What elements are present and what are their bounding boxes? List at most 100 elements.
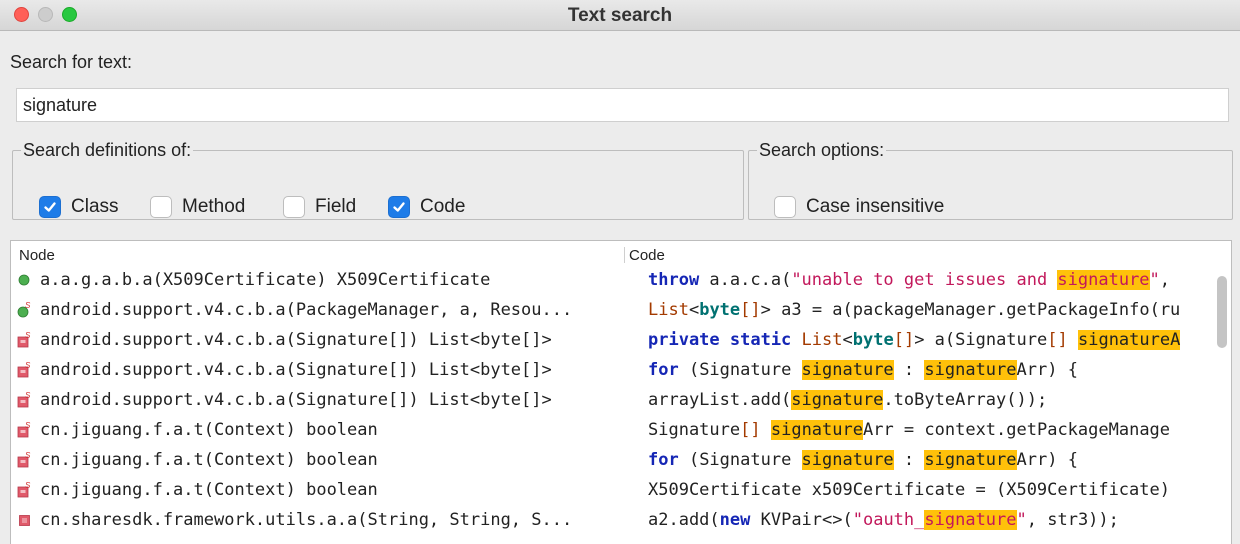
result-code-row[interactable]: List < byte[] > a3 = a(packageManager.getPa… bbox=[648, 295, 1206, 325]
result-node-text: cn.jiguang.f.a.t(Context) boolean bbox=[40, 480, 378, 500]
code-token: [] bbox=[893, 330, 915, 350]
code-token: for bbox=[648, 450, 679, 470]
static-private-method-icon: S bbox=[17, 421, 31, 439]
node-column-header[interactable]: Node bbox=[19, 247, 55, 264]
code-token: .toByteArray()); bbox=[883, 390, 1048, 410]
result-node-text: cn.jiguang.f.a.t(Context) boolean bbox=[40, 420, 378, 440]
static-method-icon: S bbox=[17, 301, 31, 319]
code-checkbox[interactable] bbox=[388, 196, 410, 218]
code-column: throw a.a.c.a("unable to get issues and … bbox=[648, 265, 1206, 535]
window-title: Text search bbox=[567, 5, 673, 26]
field-checkbox[interactable] bbox=[283, 196, 305, 218]
result-code-row[interactable]: throw a.a.c.a("unable to get issues and … bbox=[648, 265, 1206, 295]
code-token: < bbox=[688, 300, 700, 320]
result-code-row[interactable]: a2.add(new KVPair<>("oauth_ signature ", s… bbox=[648, 505, 1206, 535]
search-definitions-legend: Search definitions of: bbox=[23, 140, 192, 160]
code-token: for bbox=[648, 360, 679, 380]
result-node-row[interactable]: Sandroid.support.v4.c.b.a(Signature[]) L… bbox=[11, 385, 626, 415]
result-code-row[interactable]: for (Signature signature : signature Arr)… bbox=[648, 355, 1206, 385]
result-node-row[interactable]: Scn.jiguang.f.a.t(Context) boolean bbox=[11, 415, 626, 445]
svg-text:S: S bbox=[25, 361, 31, 370]
svg-text:S: S bbox=[25, 331, 31, 340]
code-token: KVPair<>( bbox=[750, 510, 853, 530]
code-token: [] bbox=[1047, 330, 1068, 350]
case-insensitive-row[interactable]: Case insensitive bbox=[774, 196, 944, 218]
static-private-method-icon: S bbox=[17, 481, 31, 499]
code-token: Signature bbox=[648, 420, 741, 440]
case-insensitive-checkbox[interactable] bbox=[774, 196, 796, 218]
search-definitions-group: Search definitions of: Class Method Fiel… bbox=[12, 140, 744, 220]
search-options-group: Search options: Case insensitive bbox=[748, 140, 1233, 220]
code-token: > a3 = a(packageManager.getPackageInfo( bbox=[760, 300, 1160, 320]
field-checkbox-row[interactable]: Field bbox=[283, 196, 356, 218]
code-token: [] bbox=[740, 300, 761, 320]
code-token: signatureA bbox=[1077, 330, 1181, 350]
class-checkbox-label: Class bbox=[71, 196, 119, 217]
code-token: signature bbox=[791, 390, 884, 410]
case-insensitive-label: Case insensitive bbox=[806, 196, 945, 217]
green-circle-icon bbox=[17, 271, 31, 289]
result-code-row[interactable]: arrayList.add(signature .toByteArray()); bbox=[648, 385, 1206, 415]
code-token: , bbox=[1159, 270, 1171, 290]
code-token: (Signature bbox=[678, 450, 802, 470]
code-token: List bbox=[648, 300, 689, 320]
code-token: signature bbox=[801, 450, 894, 470]
code-checkbox-row[interactable]: Code bbox=[388, 196, 465, 218]
method-checkbox-row[interactable]: Method bbox=[150, 196, 245, 218]
column-divider[interactable] bbox=[624, 247, 625, 263]
code-token: a2.add( bbox=[648, 510, 720, 530]
result-code-row[interactable]: Signature[] signature Arr = context.getPa… bbox=[648, 415, 1206, 445]
code-token: : bbox=[893, 450, 925, 470]
result-node-row[interactable]: Scn.jiguang.f.a.t(Context) boolean bbox=[11, 475, 626, 505]
class-checkbox[interactable] bbox=[39, 196, 61, 218]
result-node-row[interactable]: cn.sharesdk.framework.utils.a.a(String, … bbox=[11, 505, 626, 535]
code-token: Arr) { bbox=[1016, 450, 1078, 470]
code-token: , str3)); bbox=[1026, 510, 1119, 530]
svg-text:S: S bbox=[25, 301, 31, 310]
title-bar: Text search bbox=[0, 0, 1240, 31]
static-private-method-icon: S bbox=[17, 391, 31, 409]
result-node-text: cn.jiguang.f.a.t(Context) boolean bbox=[40, 450, 378, 470]
result-node-row[interactable]: Sandroid.support.v4.c.b.a(PackageManager… bbox=[11, 295, 626, 325]
code-token: private static bbox=[648, 330, 792, 350]
result-node-row[interactable]: Sandroid.support.v4.c.b.a(Signature[]) L… bbox=[11, 325, 626, 355]
code-column-header[interactable]: Code bbox=[629, 247, 665, 264]
result-node-row[interactable]: Scn.jiguang.f.a.t(Context) boolean bbox=[11, 445, 626, 475]
code-token: Arr) { bbox=[1016, 360, 1078, 380]
method-checkbox-label: Method bbox=[182, 196, 246, 217]
field-checkbox-label: Field bbox=[315, 196, 357, 217]
code-token: (Signature bbox=[678, 360, 802, 380]
vertical-scrollbar[interactable] bbox=[1217, 276, 1227, 348]
red-square-icon bbox=[17, 511, 31, 529]
code-token: byte bbox=[852, 330, 894, 350]
code-token: signature bbox=[924, 450, 1017, 470]
class-checkbox-row[interactable]: Class bbox=[39, 196, 119, 218]
code-token: Arr = context.getPackageManage bbox=[862, 420, 1171, 440]
result-code-row[interactable]: private static List < byte[] > a(Signature[… bbox=[648, 325, 1206, 355]
search-input[interactable] bbox=[16, 88, 1229, 122]
method-checkbox[interactable] bbox=[150, 196, 172, 218]
result-node-row[interactable]: Sandroid.support.v4.c.b.a(Signature[]) L… bbox=[11, 355, 626, 385]
code-token: signature bbox=[801, 360, 894, 380]
node-column: a.a.g.a.b.a(X509Certificate) X509Certifi… bbox=[11, 265, 626, 535]
code-token: signature bbox=[1057, 270, 1150, 290]
code-token: a.a.c.a( bbox=[699, 270, 792, 290]
svg-text:S: S bbox=[25, 391, 31, 400]
result-node-text: android.support.v4.c.b.a(Signature[]) Li… bbox=[40, 390, 552, 410]
code-token: [] bbox=[740, 420, 761, 440]
code-token: ru bbox=[1159, 300, 1181, 320]
result-node-text: cn.sharesdk.framework.utils.a.a(String, … bbox=[40, 510, 573, 530]
result-node-text: android.support.v4.c.b.a(Signature[]) Li… bbox=[40, 360, 552, 380]
result-code-row[interactable]: X509Certificate x509Certificate = (X509C… bbox=[648, 475, 1206, 505]
result-code-row[interactable]: for (Signature signature : signature Arr)… bbox=[648, 445, 1206, 475]
static-private-method-icon: S bbox=[17, 361, 31, 379]
code-token: signature bbox=[924, 360, 1017, 380]
code-token: " bbox=[1149, 270, 1160, 290]
code-token: "unable to get issues and bbox=[791, 270, 1058, 290]
code-token: throw bbox=[648, 270, 700, 290]
code-token: new bbox=[719, 510, 751, 530]
result-node-row[interactable]: a.a.g.a.b.a(X509Certificate) X509Certifi… bbox=[11, 265, 626, 295]
code-token: > a(Signature bbox=[914, 330, 1048, 350]
